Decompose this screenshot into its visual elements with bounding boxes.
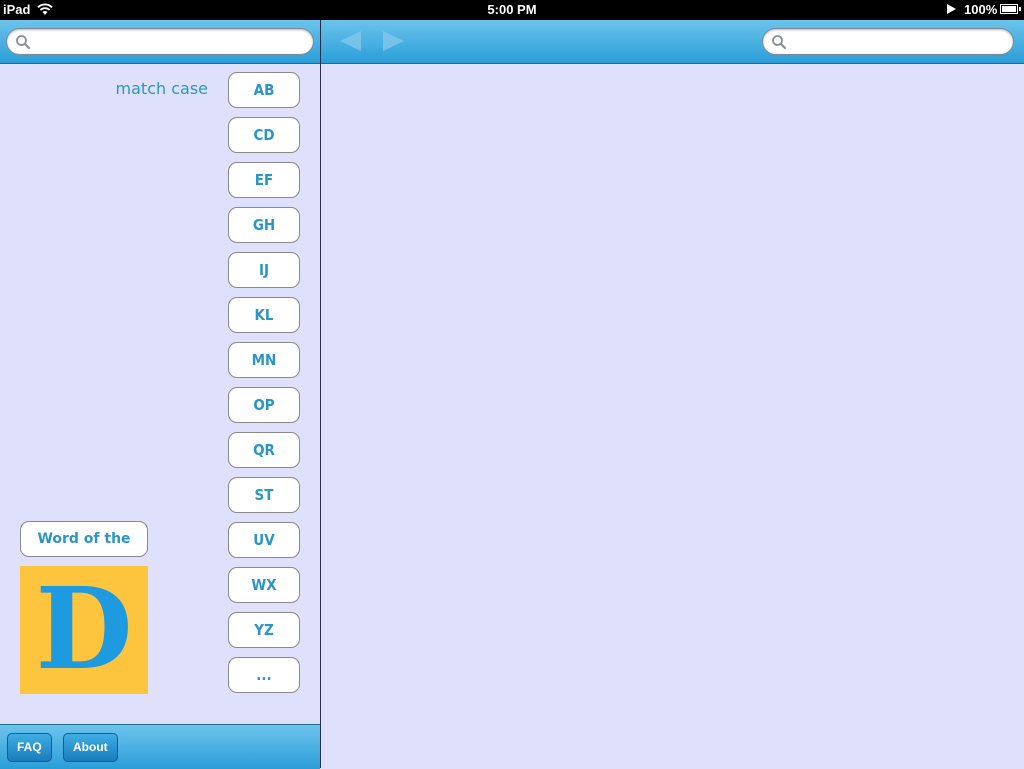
page-search-field[interactable] — [762, 28, 1014, 55]
battery-percent: 100% — [964, 2, 998, 17]
letter-button-yz[interactable]: YZ — [228, 612, 300, 648]
status-bar: iPad 5:00 PM 100% — [0, 0, 1024, 20]
letter-button-ef[interactable]: EF — [228, 162, 300, 198]
letter-button-more[interactable]: ... — [228, 657, 300, 693]
search-icon — [772, 35, 787, 50]
word-search-field[interactable] — [6, 28, 314, 55]
left-panel: match case AB CD EF GH IJ KL MN OP QR ST… — [0, 20, 321, 769]
letter-button-gh[interactable]: GH — [228, 207, 300, 243]
bottom-toolbar: FAQ About — [0, 724, 320, 769]
left-toolbar — [0, 20, 320, 64]
letter-button-ij[interactable]: IJ — [228, 252, 300, 288]
letter-button-cd[interactable]: CD — [228, 117, 300, 153]
page-search-input[interactable] — [791, 32, 1003, 53]
word-of-the-day-tile[interactable]: D — [20, 566, 148, 694]
back-arrow-icon[interactable] — [337, 28, 363, 54]
match-case-label[interactable]: match case — [100, 79, 208, 98]
word-of-the-day-letter: D — [35, 564, 133, 695]
clock: 5:00 PM — [487, 2, 537, 17]
letter-button-op[interactable]: OP — [228, 387, 300, 423]
battery-icon — [1000, 4, 1021, 14]
letter-button-st[interactable]: ST — [228, 477, 300, 513]
forward-arrow-icon[interactable] — [381, 28, 407, 54]
play-icon — [947, 4, 956, 14]
letter-button-ab[interactable]: AB — [228, 72, 300, 108]
letter-button-uv[interactable]: UV — [228, 522, 300, 558]
word-search-input[interactable] — [35, 32, 303, 53]
letter-button-kl[interactable]: KL — [228, 297, 300, 333]
search-icon — [16, 35, 31, 50]
about-button[interactable]: About — [63, 733, 118, 762]
letter-button-qr[interactable]: QR — [228, 432, 300, 468]
right-toolbar — [321, 20, 1024, 64]
word-of-the-day-button[interactable]: Word of the Day — [20, 521, 148, 581]
faq-button[interactable]: FAQ — [7, 733, 52, 762]
right-panel — [321, 20, 1024, 768]
letter-button-wx[interactable]: WX — [228, 567, 300, 603]
detail-content-area[interactable] — [321, 64, 1024, 768]
letter-button-mn[interactable]: MN — [228, 342, 300, 378]
